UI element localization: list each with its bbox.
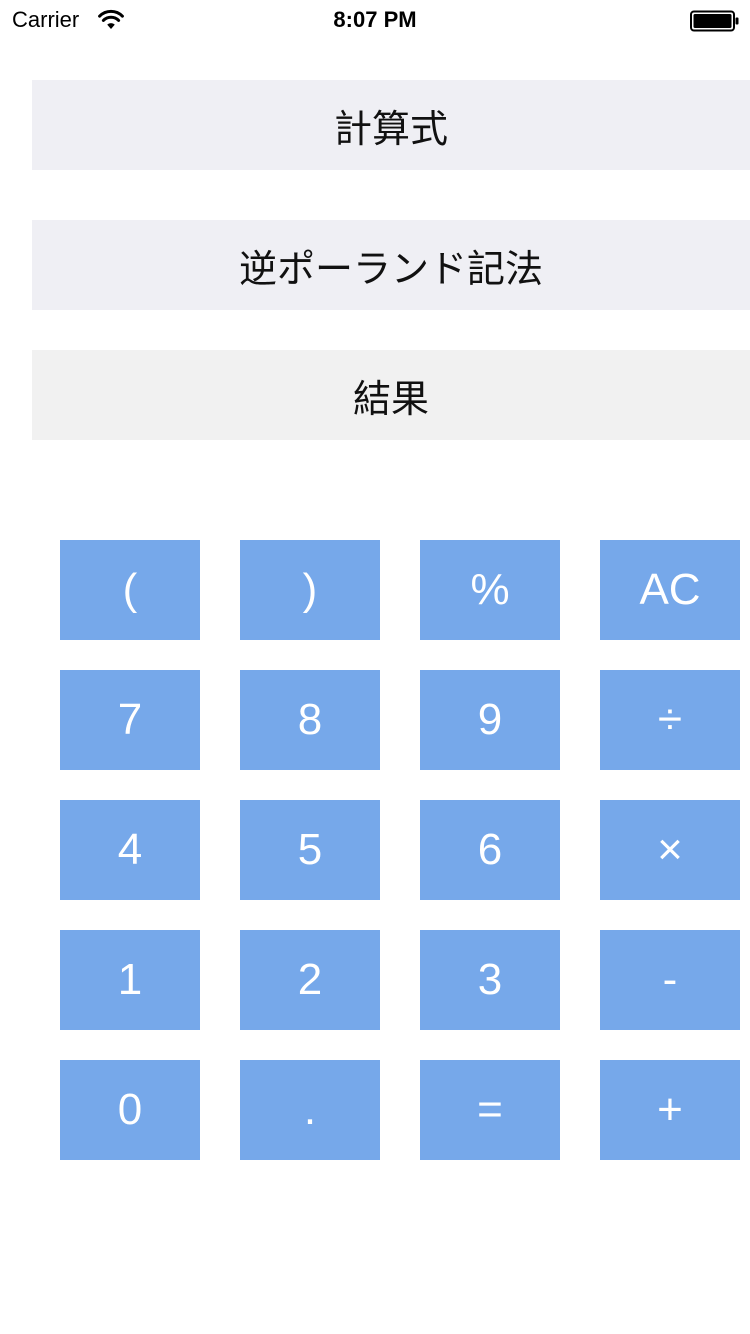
key-3[interactable]: 3 <box>420 930 560 1030</box>
key-1[interactable]: 1 <box>60 930 200 1030</box>
key-percent[interactable]: % <box>420 540 560 640</box>
key-8[interactable]: 8 <box>240 670 380 770</box>
key-multiply[interactable]: × <box>600 800 740 900</box>
key-2[interactable]: 2 <box>240 930 380 1030</box>
rpn-display: 逆ポーランド記法 <box>32 220 750 310</box>
key-9[interactable]: 9 <box>420 670 560 770</box>
key-0[interactable]: 0 <box>60 1060 200 1160</box>
status-bar: Carrier 8:07 PM <box>0 0 750 40</box>
key-divide[interactable]: ÷ <box>600 670 740 770</box>
key-4[interactable]: 4 <box>60 800 200 900</box>
key-add[interactable]: + <box>600 1060 740 1160</box>
key-6[interactable]: 6 <box>420 800 560 900</box>
result-display: 結果 <box>32 350 750 440</box>
key-open-paren[interactable]: ( <box>60 540 200 640</box>
key-close-paren[interactable]: ) <box>240 540 380 640</box>
key-subtract[interactable]: - <box>600 930 740 1030</box>
formula-display: 計算式 <box>32 80 750 170</box>
key-5[interactable]: 5 <box>240 800 380 900</box>
key-equals[interactable]: = <box>420 1060 560 1160</box>
battery-icon <box>690 10 740 32</box>
key-7[interactable]: 7 <box>60 670 200 770</box>
key-all-clear[interactable]: AC <box>600 540 740 640</box>
key-decimal[interactable]: . <box>240 1060 380 1160</box>
clock: 8:07 PM <box>333 7 417 32</box>
